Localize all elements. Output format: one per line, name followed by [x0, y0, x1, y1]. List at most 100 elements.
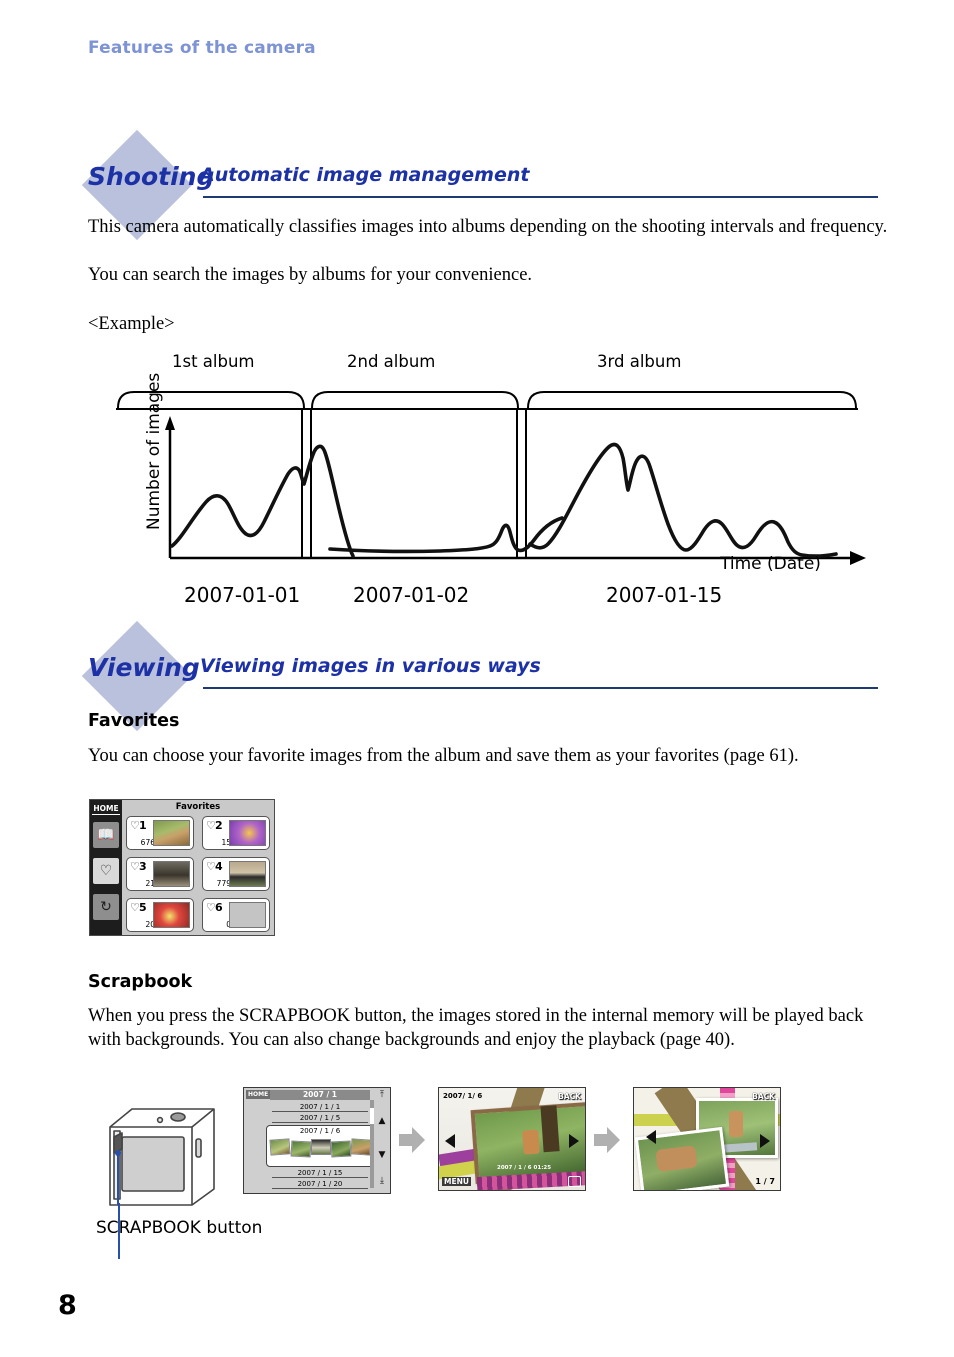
display-toggle-icon[interactable]: [568, 1176, 581, 1187]
favorite-cell[interactable]: ♡ 5 20: [126, 898, 194, 932]
album-chart: 1st album 2nd album 3rd album Number of …: [110, 340, 890, 615]
chart-line-album-2: [328, 516, 564, 554]
favorite-cell[interactable]: ♡ 4 779: [202, 857, 270, 891]
prev-arrow-icon[interactable]: [646, 1130, 656, 1144]
favorite-index: 4: [215, 860, 223, 873]
scrollbar-track[interactable]: [370, 1100, 374, 1188]
photo-subject-cat: [729, 1110, 744, 1137]
favorite-count: 20: [145, 920, 155, 929]
favorite-cell[interactable]: ♡ 6 0: [202, 898, 270, 932]
favorite-thumbnail: [153, 902, 190, 928]
scroll-down-icon[interactable]: ▼: [375, 1150, 389, 1160]
camera-illustration: [109, 1108, 215, 1206]
favorite-cell[interactable]: ♡ 2 15: [202, 816, 270, 850]
home-button[interactable]: HOME: [246, 1090, 271, 1099]
selected-date-label: 2007 / 1 / 6: [299, 1127, 341, 1135]
favorite-thumbnail: [153, 820, 190, 846]
shooting-paragraph-2: You can search the images by albums for …: [88, 265, 533, 285]
favorite-count: 676: [140, 838, 155, 847]
back-button[interactable]: BACK: [752, 1092, 775, 1101]
home-button[interactable]: HOME: [92, 802, 120, 815]
section-header-shooting: ShootingAutomatic image management: [81, 129, 878, 241]
section-header-viewing: ViewingViewing images in various ways: [81, 620, 878, 732]
playback-date: 2007/ 1/ 6: [443, 1092, 483, 1100]
favorite-count: 779: [216, 879, 231, 888]
menu-button[interactable]: MENU: [442, 1177, 471, 1186]
chart-x-axis-label: Time (Date): [720, 554, 821, 574]
section-rule-viewing: [203, 687, 878, 689]
flow-arrow-icon: [594, 1127, 620, 1153]
filmstrip-thumbnail: [269, 1138, 291, 1156]
scrapbook-screen-layout: BACK 1 / 7: [633, 1087, 781, 1191]
page-number: 8: [58, 1290, 77, 1321]
section-rule-shooting: [203, 196, 878, 198]
favorite-cell[interactable]: ♡ 1 676: [126, 816, 194, 850]
favorite-index: 2: [215, 819, 223, 832]
favorite-cell[interactable]: ♡ 3 21: [126, 857, 194, 891]
favorites-screen-title: Favorites: [175, 802, 221, 812]
scrapbook-screen-playback: 2007/ 1/ 6 BACK MENU 2007 / 1 / 6 01:25: [438, 1087, 586, 1191]
scrapbook-body: When you press the SCRAPBOOK button, the…: [88, 1006, 864, 1050]
favorite-count: 15: [221, 838, 231, 847]
back-button[interactable]: BACK: [558, 1092, 581, 1101]
flow-arrow-icon: [399, 1127, 425, 1153]
scroll-up-icon[interactable]: ▲: [375, 1116, 389, 1126]
scrapbook-illustration-row: SCRAPBOOK button HOME 2007 / 1 2007 / 1 …: [88, 1085, 888, 1260]
favorite-index: 6: [215, 901, 223, 914]
rotate-icon[interactable]: ↻: [93, 894, 119, 920]
scrollbar-thumb[interactable]: [370, 1108, 374, 1124]
section-tag-shooting: Shooting: [88, 162, 215, 191]
date-list-row[interactable]: 2007 / 1 / 15: [272, 1169, 368, 1178]
photo-subject-cat: [655, 1145, 699, 1172]
x-axis-arrowhead: [850, 551, 866, 565]
jump-top-icon[interactable]: ⤒: [375, 1090, 389, 1100]
heart-icon[interactable]: ♡: [93, 858, 119, 884]
page-counter: 1 / 7: [755, 1177, 775, 1186]
chart-date-label-1: 2007-01-01: [184, 583, 301, 607]
bracket-album-3: [527, 391, 857, 409]
next-arrow-icon[interactable]: [760, 1134, 770, 1148]
album-label-1: 1st album: [172, 352, 255, 371]
favorites-grid: ♡ 1 676 ♡ 2 15 ♡ 3 21 ♡ 4 779 ♡ 5 20 ♡ 6: [126, 816, 270, 932]
photo-tree: [540, 1105, 560, 1153]
chart-y-axis-label: Number of images: [144, 372, 164, 530]
next-arrow-icon[interactable]: [569, 1134, 579, 1148]
filmstrip-thumbnail: [290, 1140, 312, 1158]
prev-arrow-icon[interactable]: [445, 1134, 455, 1148]
album-book-icon[interactable]: 📖: [93, 822, 119, 848]
playback-overlay-text: 2007 / 1 / 6 01:25: [497, 1165, 552, 1171]
chart-date-label-3: 2007-01-15: [606, 583, 723, 607]
date-list-row[interactable]: 2007 / 1 / 5: [272, 1114, 368, 1123]
section-tag-viewing: Viewing: [88, 653, 200, 682]
favorites-screen-mockup: HOME 📖 ♡ ↻ Favorites ♡ 1 676 ♡ 2 15 ♡ 3 …: [89, 799, 275, 936]
chart-line-album-1: [170, 444, 355, 558]
example-label: <Example>: [88, 314, 175, 334]
favorite-count: 21: [145, 879, 155, 888]
scrapbook-button-caption: SCRAPBOOK button: [96, 1218, 263, 1238]
favorites-body: You can choose your favorite images from…: [88, 746, 799, 766]
filmstrip-thumbnail: [330, 1140, 352, 1158]
date-list-header: 2007 / 1: [270, 1090, 370, 1100]
date-list-row[interactable]: 2007 / 1 / 20: [272, 1180, 368, 1189]
jump-bottom-icon[interactable]: ⤓: [375, 1176, 389, 1186]
album-label-2: 2nd album: [347, 352, 436, 371]
shooting-paragraph-1: This camera automatically classifies ima…: [88, 217, 888, 237]
photo-subject: [522, 1129, 540, 1155]
favorite-index: 5: [139, 901, 147, 914]
section-title-viewing: Viewing images in various ways: [200, 655, 541, 677]
chart-date-label-2: 2007-01-02: [353, 583, 470, 607]
scrapbook-screen-date-list: HOME 2007 / 1 2007 / 1 / 1 2007 / 1 / 5 …: [243, 1087, 391, 1194]
date-list-row[interactable]: 2007 / 1 / 1: [272, 1103, 368, 1112]
date-list-row-selected[interactable]: 2007 / 1 / 6: [266, 1125, 374, 1167]
bracket-album-2: [311, 391, 519, 409]
album-label-3: 3rd album: [597, 352, 682, 371]
favorite-thumbnail: [229, 902, 266, 928]
filmstrip-thumbnail: [311, 1139, 331, 1155]
running-head: Features of the camera: [88, 38, 316, 58]
subheading-favorites: Favorites: [88, 711, 180, 731]
favorite-index: 3: [139, 860, 147, 873]
section-title-shooting: Automatic image management: [200, 164, 530, 186]
filmstrip-thumbnail: [350, 1138, 372, 1156]
favorite-index: 1: [139, 819, 147, 832]
chart-line-album-3: [528, 442, 838, 558]
